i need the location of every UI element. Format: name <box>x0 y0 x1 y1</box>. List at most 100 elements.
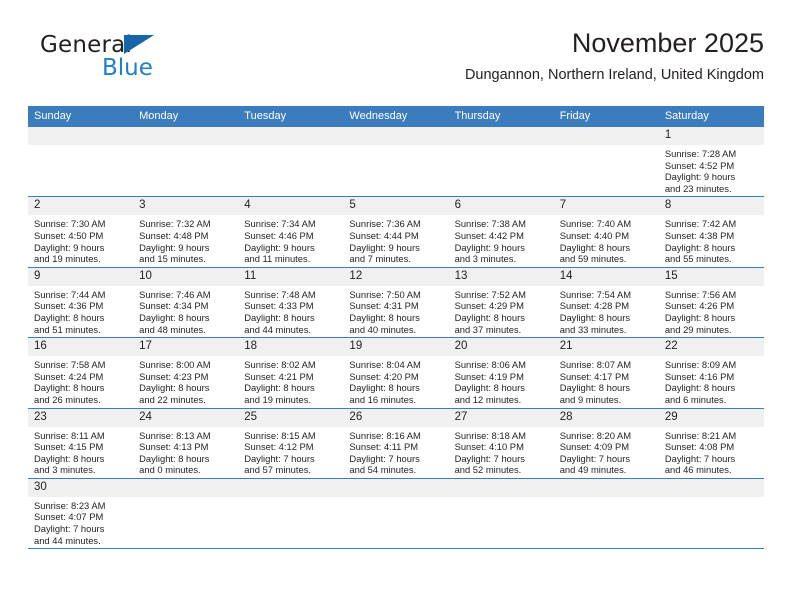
day-sun-info: Sunrise: 8:11 AM Sunset: 4:15 PM Daylight:… <box>28 427 133 478</box>
sunrise-text: Sunrise: 8:18 AM <box>454 429 526 441</box>
day-number: 14 <box>553 267 659 286</box>
calendar-day-cell[interactable]: 2 Sunrise: 7:30 AM Sunset: 4:50 PM Daylight… <box>28 196 134 268</box>
calendar-day-cell[interactable]: 12 Sunrise: 7:50 AM Sunset: 4:31 PM Dayligh… <box>343 267 449 339</box>
calendar-day-cell[interactable]: 21 Sunrise: 8:07 AM Sunset: 4:17 PM Dayligh… <box>553 337 659 409</box>
sunrise-text: Sunrise: 7:30 AM <box>34 218 106 230</box>
calendar-day-cell[interactable]: 5 Sunrise: 7:36 AM Sunset: 4:44 PM Daylight… <box>343 196 449 268</box>
day-sun-info: Sunrise: 7:32 AM Sunset: 4:48 PM Daylight:… <box>133 215 238 266</box>
weekday-header-wednesday: Wednesday <box>343 106 449 127</box>
day-number: 1 <box>658 127 764 145</box>
calendar-day-cell[interactable]: 26 Sunrise: 8:16 AM Sunset: 4:11 PM Dayligh… <box>343 408 449 479</box>
sunset-text: Sunset: 4:33 PM <box>244 300 314 312</box>
day-sun-info: Sunrise: 7:48 AM Sunset: 4:33 PM Daylight:… <box>238 286 343 337</box>
calendar-day-cell[interactable]: 10 Sunrise: 7:46 AM Sunset: 4:34 PM Dayligh… <box>133 267 239 339</box>
calendar-day-cell-empty <box>658 478 764 550</box>
sunrise-text: Sunrise: 7:48 AM <box>244 288 316 300</box>
calendar-day-cell-empty <box>238 478 344 550</box>
sunset-text: Sunset: 4:09 PM <box>559 441 630 453</box>
daylight-text-line2: and 44 minutes. <box>34 534 101 546</box>
calendar-day-cell[interactable]: 27 Sunrise: 8:18 AM Sunset: 4:10 PM Dayligh… <box>448 408 554 479</box>
daylight-text-line2: and 3 minutes. <box>34 464 96 476</box>
calendar-day-cell[interactable]: 23 Sunrise: 8:11 AM Sunset: 4:15 PM Dayligh… <box>28 408 134 479</box>
day-sun-info: Sunrise: 7:30 AM Sunset: 4:50 PM Daylight:… <box>28 215 133 266</box>
sunset-text: Sunset: 4:20 PM <box>349 370 419 382</box>
daylight-text-line1: Daylight: 9 hours <box>664 171 736 183</box>
calendar-day-cell-empty <box>28 127 134 198</box>
day-number: 26 <box>343 408 449 427</box>
daylight-text-line2: and 22 minutes. <box>139 393 206 405</box>
sunset-text: Sunset: 4:31 PM <box>349 300 419 312</box>
sunrise-text: Sunrise: 7:40 AM <box>559 218 632 230</box>
sunrise-text: Sunrise: 8:07 AM <box>559 359 632 371</box>
daylight-text-line2: and 46 minutes. <box>664 464 732 476</box>
daylight-text-line1: Daylight: 8 hours <box>559 241 631 253</box>
calendar-day-cell[interactable]: 30 Sunrise: 8:23 AM Sunset: 4:07 PM Dayligh… <box>28 478 134 550</box>
sunrise-text: Sunrise: 7:44 AM <box>34 288 106 300</box>
daylight-text-line1: Daylight: 8 hours <box>244 382 315 394</box>
day-number: 5 <box>343 197 449 216</box>
day-number: 16 <box>28 338 134 357</box>
sunrise-text: Sunrise: 7:34 AM <box>244 218 316 230</box>
day-number: 29 <box>658 408 764 427</box>
calendar-day-cell[interactable]: 18 Sunrise: 8:02 AM Sunset: 4:21 PM Dayligh… <box>238 337 344 409</box>
calendar-day-cell[interactable]: 13 Sunrise: 7:52 AM Sunset: 4:29 PM Dayligh… <box>448 267 554 339</box>
daylight-text-line1: Daylight: 7 hours <box>559 452 631 464</box>
daylight-text-line1: Daylight: 8 hours <box>559 382 631 394</box>
sunrise-text: Sunrise: 8:04 AM <box>349 359 421 371</box>
day-number: 24 <box>133 408 239 427</box>
day-number <box>238 478 344 497</box>
weekday-header-thursday: Thursday <box>448 106 554 127</box>
day-number: 2 <box>28 197 134 216</box>
calendar-day-cell[interactable]: 9 Sunrise: 7:44 AM Sunset: 4:36 PM Daylight… <box>28 267 134 339</box>
calendar-day-cell[interactable]: 16 Sunrise: 7:58 AM Sunset: 4:24 PM Dayligh… <box>28 337 134 409</box>
day-number <box>448 478 554 497</box>
calendar-day-cell[interactable]: 28 Sunrise: 8:20 AM Sunset: 4:09 PM Dayligh… <box>553 408 659 479</box>
calendar-day-cell[interactable]: 29 Sunrise: 8:21 AM Sunset: 4:08 PM Dayligh… <box>658 408 764 479</box>
calendar-day-cell[interactable]: 19 Sunrise: 8:04 AM Sunset: 4:20 PM Dayligh… <box>343 337 449 409</box>
calendar-day-cell[interactable]: 8 Sunrise: 7:42 AM Sunset: 4:38 PM Daylight… <box>658 196 764 268</box>
calendar-day-cell[interactable]: 17 Sunrise: 8:00 AM Sunset: 4:23 PM Dayligh… <box>133 337 239 409</box>
sunset-text: Sunset: 4:28 PM <box>559 300 630 312</box>
daylight-text-line1: Daylight: 9 hours <box>34 241 105 253</box>
daylight-text-line1: Daylight: 7 hours <box>454 452 525 464</box>
sunset-text: Sunset: 4:52 PM <box>664 159 735 171</box>
calendar-day-cell[interactable]: 6 Sunrise: 7:38 AM Sunset: 4:42 PM Daylight… <box>448 196 554 268</box>
day-number: 30 <box>28 478 134 497</box>
sunset-text: Sunset: 4:16 PM <box>664 370 735 382</box>
calendar-day-cell[interactable]: 11 Sunrise: 7:48 AM Sunset: 4:33 PM Dayligh… <box>238 267 344 339</box>
daylight-text-line1: Daylight: 8 hours <box>664 241 736 253</box>
calendar-week-row: 30 Sunrise: 8:23 AM Sunset: 4:07 PM Dayligh… <box>28 478 764 550</box>
calendar-day-cell[interactable]: 24 Sunrise: 8:13 AM Sunset: 4:13 PM Dayligh… <box>133 408 239 479</box>
calendar-day-cell[interactable]: 14 Sunrise: 7:54 AM Sunset: 4:28 PM Dayligh… <box>553 267 659 339</box>
sunrise-text: Sunrise: 7:52 AM <box>454 288 526 300</box>
day-sun-info: Sunrise: 8:23 AM Sunset: 4:07 PM Daylight:… <box>28 497 133 548</box>
calendar-week-row: 23 Sunrise: 8:11 AM Sunset: 4:15 PM Dayligh… <box>28 408 764 479</box>
calendar-day-cell[interactable]: 1 Sunrise: 7:28 AM Sunset: 4:52 PM Daylight… <box>658 127 764 198</box>
day-number: 17 <box>133 338 239 357</box>
daylight-text-line1: Daylight: 7 hours <box>349 452 420 464</box>
day-number <box>133 127 239 145</box>
day-sun-info: Sunrise: 8:20 AM Sunset: 4:09 PM Daylight:… <box>554 427 659 478</box>
daylight-text-line1: Daylight: 9 hours <box>349 241 420 253</box>
sunrise-text: Sunrise: 7:38 AM <box>454 218 526 230</box>
sunrise-text: Sunrise: 8:00 AM <box>139 359 211 371</box>
sunset-text: Sunset: 4:12 PM <box>244 441 314 453</box>
day-number <box>448 127 554 145</box>
calendar-day-cell-empty <box>343 478 449 550</box>
day-sun-info: Sunrise: 7:52 AM Sunset: 4:29 PM Daylight:… <box>449 286 554 337</box>
calendar-day-cell[interactable]: 7 Sunrise: 7:40 AM Sunset: 4:40 PM Daylight… <box>553 196 659 268</box>
general-blue-logo[interactable]: General Blue <box>40 32 220 88</box>
calendar-day-cell[interactable]: 25 Sunrise: 8:15 AM Sunset: 4:12 PM Dayligh… <box>238 408 344 479</box>
calendar-day-cell[interactable]: 15 Sunrise: 7:56 AM Sunset: 4:26 PM Dayligh… <box>658 267 764 339</box>
weekday-header-friday: Friday <box>553 106 659 127</box>
daylight-text-line1: Daylight: 8 hours <box>139 311 210 323</box>
calendar-day-cell[interactable]: 4 Sunrise: 7:34 AM Sunset: 4:46 PM Daylight… <box>238 196 344 268</box>
sunrise-sunset-calendar: Sunday Monday Tuesday Wednesday Thursday… <box>28 106 764 550</box>
calendar-day-cell[interactable]: 3 Sunrise: 7:32 AM Sunset: 4:48 PM Daylight… <box>133 196 239 268</box>
calendar-day-cell[interactable]: 22 Sunrise: 8:09 AM Sunset: 4:16 PM Dayligh… <box>658 337 764 409</box>
day-number: 19 <box>343 338 449 357</box>
day-number: 7 <box>553 197 659 216</box>
daylight-text-line1: Daylight: 7 hours <box>34 523 105 535</box>
sunset-text: Sunset: 4:08 PM <box>664 441 735 453</box>
calendar-day-cell[interactable]: 20 Sunrise: 8:06 AM Sunset: 4:19 PM Dayligh… <box>448 337 554 409</box>
